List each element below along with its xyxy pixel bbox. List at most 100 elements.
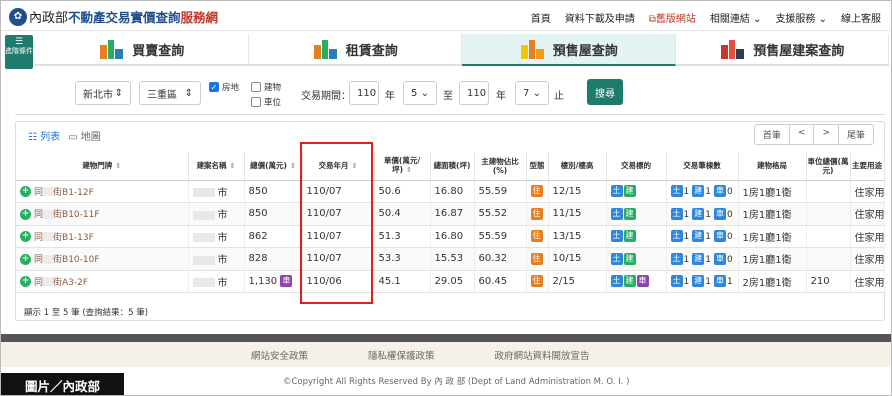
layout-cell: 1房1廳1衛 [738,247,807,271]
advanced-filter-button[interactable]: ☰ 進階條件 [5,35,33,69]
tab-presale-project[interactable]: 預售屋建案查詢 [675,34,889,66]
type-cell: 住 [526,180,549,203]
column-header[interactable]: 車位總價(萬元) [806,152,851,181]
tab-sale[interactable]: 買賣查詢 [35,34,249,66]
address-prefix: 同 [34,187,44,198]
sort-icon[interactable]: ⇕ [115,162,121,170]
usage-cell: 住家用 [850,180,885,203]
sort-icon[interactable]: ⇕ [406,166,412,174]
updown-icon: ⇕ [114,87,123,99]
table-row[interactable]: + 同街A3-2F 市 1,130 車 110/06 45.1 29.05 60.45 住 2/1… [16,270,885,293]
parking-price-cell: 210 [806,270,851,293]
nav-old-site[interactable]: ⧉舊版網站 [649,10,696,25]
column-header[interactable]: 主要用途 [850,152,885,181]
prev-page-button[interactable]: < [790,125,815,144]
logo[interactable]: ✿ 內政部 不動產交易實價查詢 服務網 [9,7,218,26]
tab-rent[interactable]: 租賃查詢 [248,34,462,66]
to-year-input[interactable]: 110 [459,81,489,105]
city-select[interactable]: 新北市 ⇕ [75,81,131,105]
pagination: 首筆 < > 尾筆 [753,124,874,145]
total-price-cell: 1,130 車 [244,270,303,293]
target-cell: 土建 [606,202,667,226]
last-page-button[interactable]: 尾筆 [839,125,873,144]
column-header[interactable]: 交易標的 [606,152,667,181]
target-cell: 土建車 [606,270,667,293]
table-row[interactable]: + 同街B1-12F 市 850 110/07 50.6 16.80 55.59 住 12/15 土… [16,180,885,203]
table-row[interactable]: + 同街B10-11F 市 850 110/07 50.4 16.87 55.52 住 11/15… [16,202,885,226]
column-header[interactable]: 總價(萬元) ⇕ [244,152,303,181]
target-cell: 土建 [606,247,667,271]
table-row[interactable]: + 同街B10-10F 市 828 110/07 53.3 15.53 60.32 住 10/15… [16,247,885,271]
address-cell[interactable]: + 同街B1-13F [16,225,189,248]
sort-icon[interactable]: ⇕ [230,162,236,170]
floor-cell: 12/15 [548,180,607,203]
chevron-down-icon: ⌄ [420,87,429,99]
expand-icon[interactable]: + [20,276,31,288]
table-row[interactable]: + 同街B1-13F 市 862 110/07 51.3 16.80 55.59 住 13/15 土… [16,225,885,248]
from-month-select[interactable]: 5 ⌄ [403,81,437,105]
next-page-button[interactable]: > [814,125,839,144]
address-cell[interactable]: + 同街A3-2F [16,270,189,293]
column-header[interactable]: 主建物佔比(%) [474,152,527,181]
unit-price-cell: 50.4 [374,202,431,226]
first-page-button[interactable]: 首筆 [755,125,790,144]
column-header[interactable]: 建物門牌 ⇕ [16,152,189,181]
map-view-button[interactable]: ▭ 地圖 [68,128,101,143]
nav-home[interactable]: 首頁 [531,10,551,25]
expand-icon[interactable]: + [20,186,31,198]
address-text: 街B1-12F [53,187,94,198]
crane-icon [519,39,545,59]
type-checkbox-parking[interactable]: 車位 [251,96,281,108]
area-cell: 16.80 [430,180,475,203]
address-cell[interactable]: + 同街B10-10F [16,247,189,271]
query-tabs: 買賣查詢 租賃查詢 預售屋查詢 預售屋建案查詢 [35,34,889,66]
type-cell: 住 [526,225,549,248]
footer-link-security[interactable]: 網站安全政策 [251,348,308,362]
count-cell: 土1建1車0 [666,202,739,226]
column-header[interactable]: 建案名稱 ⇕ [188,152,245,181]
column-header[interactable]: 建物格局 [738,152,807,181]
footer-link-privacy[interactable]: 隱私權保護政策 [368,348,435,362]
unit-price-cell: 53.3 [374,247,431,271]
nav-download[interactable]: 資料下載及申請 [565,10,635,25]
address-cell[interactable]: + 同街B1-12F [16,180,189,203]
buildings-icon [98,39,124,59]
tab-presale[interactable]: 預售屋查詢 [462,34,676,66]
list-view-button[interactable]: ☷ 列表 [28,128,60,143]
redacted-text [43,277,54,287]
search-button[interactable]: 搜尋 [587,79,623,105]
column-header[interactable]: 型態 [526,152,549,181]
from-year-input[interactable]: 110 [349,81,379,105]
redacted-text [43,209,54,219]
logo-text: 內政部 [29,11,69,26]
column-header[interactable]: 總面積(坪) [430,152,475,181]
expand-icon[interactable]: + [20,231,31,243]
ratio-cell: 55.52 [474,202,527,226]
district-select[interactable]: 三重區 ⇕ [139,81,201,105]
chevron-down-icon: ⌄ [749,14,762,25]
sort-icon[interactable]: ⇕ [290,162,296,170]
land-tag-icon: 土 [610,252,623,265]
to-month-select[interactable]: 7 ⌄ [515,81,549,105]
type-cell: 住 [526,270,549,293]
footer-link-open-data[interactable]: 政府網站資料開放宣告 [495,348,590,362]
unit-price-cell: 45.1 [374,270,431,293]
type-checkbox-land[interactable]: ✓ 房地 [209,81,239,93]
nav-links[interactable]: 相關連結 ⌄ [710,10,762,25]
nav-support[interactable]: 支援服務 ⌄ [775,10,827,25]
period-label: 交易期間： [301,91,351,102]
floor-cell: 11/15 [548,202,607,226]
expand-icon[interactable]: + [20,253,31,265]
land-count-icon: 土 [670,230,683,243]
nav-online-service[interactable]: 線上客服 [841,10,881,25]
site-title: 不動產交易實價查詢 [68,10,181,25]
expand-icon[interactable]: + [20,208,31,220]
area-cell: 15.53 [430,247,475,271]
column-header[interactable]: 單價(萬元/坪) ⇕ [374,152,431,181]
address-cell[interactable]: + 同街B10-11F [16,202,189,226]
column-header[interactable]: 交易筆棟數 [666,152,739,181]
column-header[interactable]: 樓別/樓高 [548,152,607,181]
document-icon [719,39,745,59]
main-nav: 首頁 資料下載及申請 ⧉舊版網站 相關連結 ⌄ 支援服務 ⌄ 線上客服 [531,10,881,25]
type-checkbox-building[interactable]: 建物 [251,81,281,93]
